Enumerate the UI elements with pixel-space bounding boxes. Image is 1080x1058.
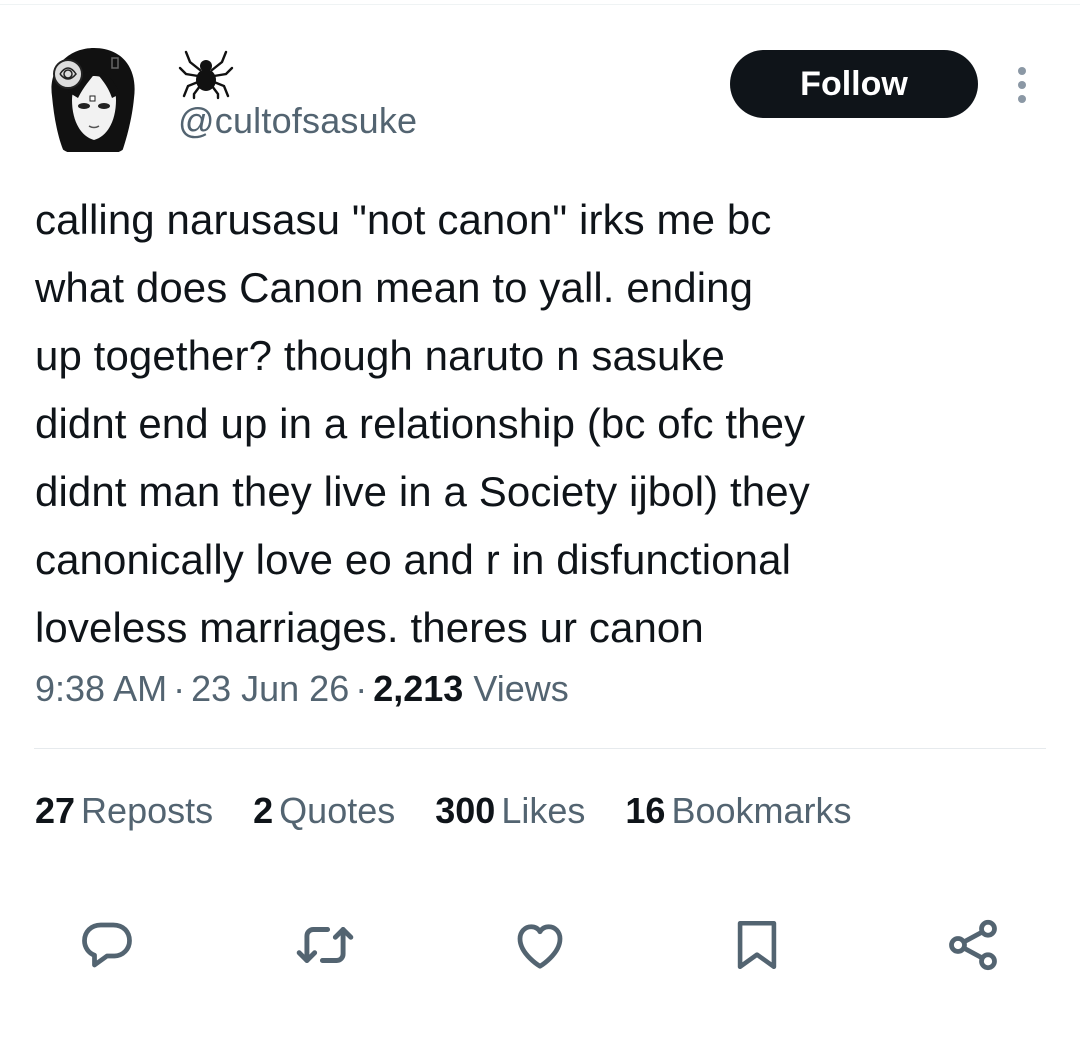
tweet-line: up together? though naruto n sasuke: [35, 332, 726, 379]
author-handle[interactable]: @cultofsasuke: [178, 100, 417, 142]
like-icon: [517, 924, 563, 969]
bookmarks-count: 16: [625, 790, 666, 831]
tweet-time[interactable]: 9:38 AM: [35, 668, 167, 709]
like-button[interactable]: [505, 910, 575, 980]
bookmark-button[interactable]: [722, 910, 792, 980]
views-label: Views: [473, 668, 569, 709]
reposts-label: Reposts: [81, 790, 214, 831]
quotes-label: Quotes: [279, 790, 396, 831]
tweet-line: didnt man they live in a Society ijbol) …: [35, 468, 810, 515]
reposts-count: 27: [35, 790, 76, 831]
share-icon: [949, 919, 997, 971]
bookmarks-stat[interactable]: 16 Bookmarks: [625, 790, 851, 832]
follow-button[interactable]: Follow: [730, 50, 978, 118]
likes-label: Likes: [501, 790, 586, 831]
more-options-button[interactable]: [1004, 62, 1040, 108]
more-vertical-icon: [1018, 67, 1026, 103]
tweet-line: canonically love eo and r in disfunction…: [35, 536, 791, 583]
spider-icon: [178, 50, 234, 100]
tweet-text: calling narusasu "not canon" irks me bc …: [35, 186, 1045, 662]
tweet-line: what does Canon mean to yall. ending: [35, 264, 754, 311]
tweet-line: loveless marriages. theres ur canon: [35, 604, 704, 651]
tweet-detail-page: @cultofsasuke Follow calling narusasu "n…: [0, 0, 1080, 1058]
bookmark-icon: [737, 920, 777, 970]
stats-divider: [34, 748, 1046, 749]
display-name[interactable]: [178, 48, 238, 100]
meta-separator: ·: [355, 668, 368, 709]
repost-button[interactable]: [290, 910, 360, 980]
engagement-stats: 27 Reposts 2 Quotes 300 Likes 16 Bookmarks: [35, 790, 882, 832]
repost-icon: [296, 927, 354, 963]
share-button[interactable]: [938, 910, 1008, 980]
quotes-count: 2: [253, 790, 274, 831]
views-count: 2,213: [373, 668, 464, 709]
tweet-meta: 9:38 AM · 23 Jun 26 · 2,213 Views: [35, 668, 569, 710]
likes-stat[interactable]: 300 Likes: [435, 790, 585, 832]
reply-icon: [82, 922, 132, 968]
tweet-line: calling narusasu "not canon" irks me bc: [35, 196, 772, 243]
avatar[interactable]: [34, 40, 152, 158]
top-divider: [0, 4, 1080, 5]
meta-separator: ·: [173, 668, 186, 709]
reposts-stat[interactable]: 27 Reposts: [35, 790, 213, 832]
quotes-stat[interactable]: 2 Quotes: [253, 790, 395, 832]
tweet-line: didnt end up in a relationship (bc ofc t…: [35, 400, 806, 447]
likes-count: 300: [435, 790, 496, 831]
reply-button[interactable]: [72, 910, 142, 980]
tweet-date[interactable]: 23 Jun 26: [191, 668, 349, 709]
anime-character-avatar-icon: [34, 40, 152, 158]
bookmarks-label: Bookmarks: [671, 790, 852, 831]
